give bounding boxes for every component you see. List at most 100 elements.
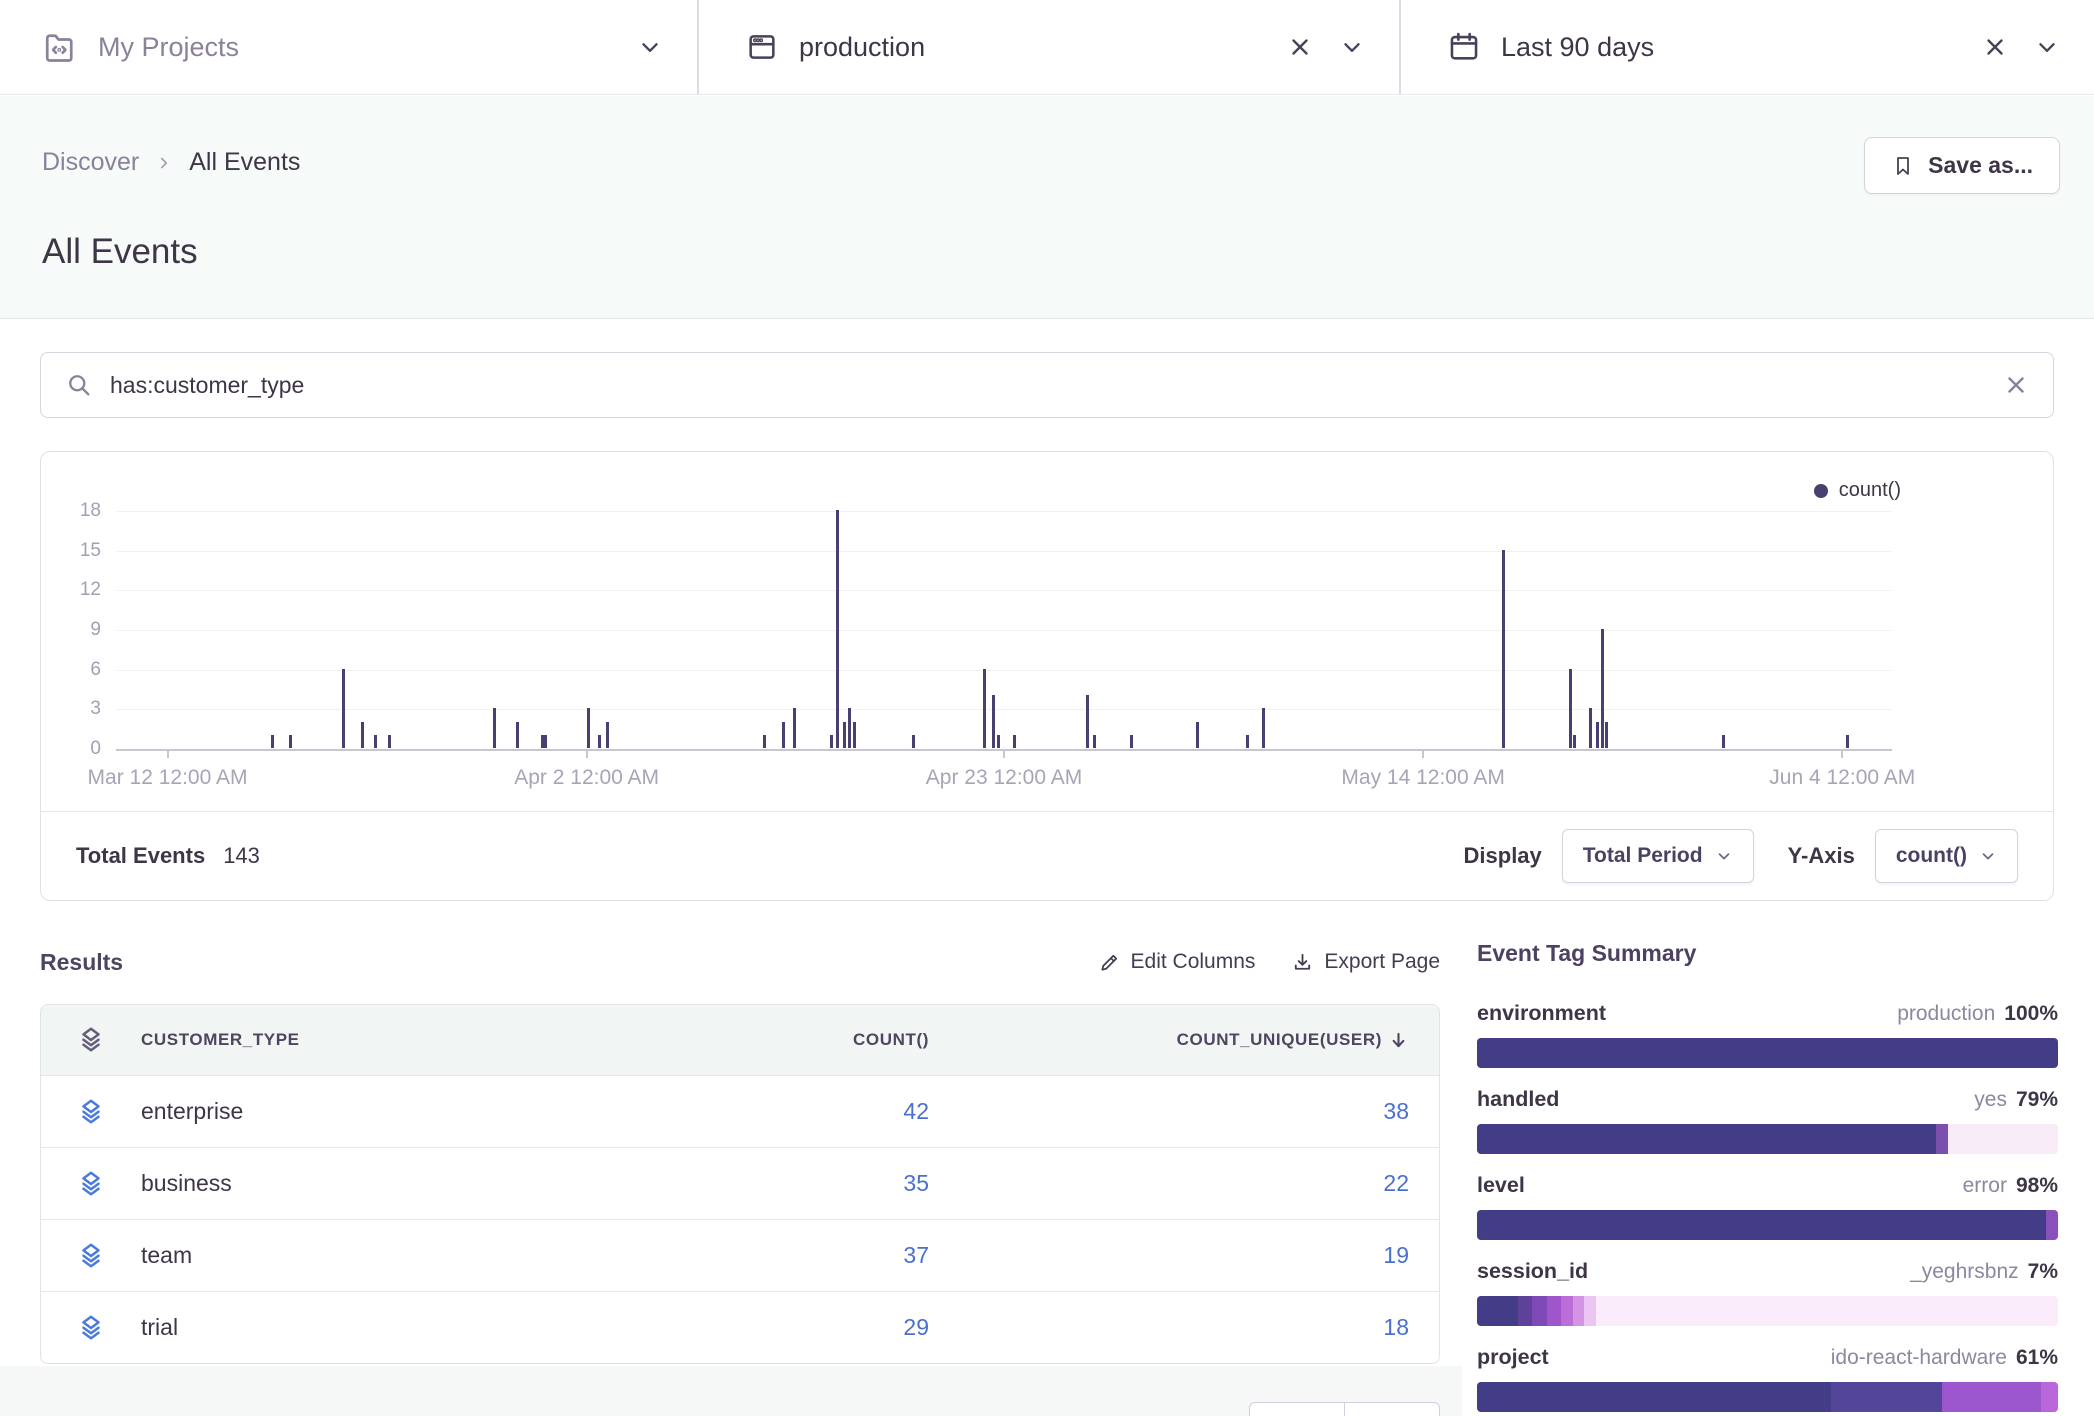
y-axis-tick-label: 15 (80, 540, 101, 562)
tag-distribution-bar[interactable] (1477, 1382, 2058, 1412)
tag-distribution-bar[interactable] (1477, 1210, 2058, 1240)
tag-distribution-bar[interactable] (1477, 1038, 2058, 1068)
tag-bar-segment (1477, 1296, 1518, 1326)
chart-bar (544, 735, 547, 748)
tag-summary-title: Event Tag Summary (1477, 940, 2058, 967)
tag-bar-segment (1518, 1296, 1533, 1326)
tag-bar-segment (1477, 1382, 1831, 1412)
tag-block-project: project ido-react-hardware 61% (1477, 1345, 2058, 1412)
search-input[interactable]: has:customer_type (110, 372, 304, 399)
cell-count-unique[interactable]: 18 (959, 1314, 1439, 1341)
chevron-down-icon[interactable] (2034, 34, 2060, 60)
pagination-prev-button[interactable] (1249, 1402, 1345, 1416)
cell-customer-type: enterprise (141, 1098, 629, 1125)
table-row[interactable]: team 37 19 (41, 1219, 1439, 1291)
tag-top-value[interactable]: error (1963, 1174, 2007, 1198)
tag-top-value[interactable]: production (1897, 1002, 1995, 1026)
tag-top-value[interactable]: _yeghrsbnz (1910, 1260, 2019, 1284)
legend-dot (1814, 484, 1828, 498)
gridline (116, 709, 1892, 710)
gridline (116, 551, 1892, 552)
search-clear-icon[interactable] (2003, 372, 2029, 398)
tag-distribution-bar[interactable] (1477, 1296, 2058, 1326)
chart-bar (1130, 735, 1133, 748)
tag-name: session_id (1477, 1259, 1588, 1284)
tag-top-percent: 7% (2028, 1260, 2058, 1284)
display-dropdown[interactable]: Total Period (1562, 829, 1754, 883)
project-selector[interactable]: My Projects (0, 0, 699, 94)
chart-bar (1589, 708, 1592, 748)
chevron-down-icon[interactable] (1339, 34, 1365, 60)
y-axis-tick-label: 3 (90, 698, 101, 720)
chart-bar (1086, 695, 1089, 748)
chart-bar (342, 669, 345, 748)
cell-count-unique[interactable]: 19 (959, 1242, 1439, 1269)
tag-name: level (1477, 1173, 1525, 1198)
cell-count-unique[interactable]: 38 (959, 1098, 1439, 1125)
tag-top-percent: 100% (2004, 1002, 2058, 1026)
chart-bar (997, 735, 1000, 748)
chart-bar (763, 735, 766, 748)
tag-top-percent: 98% (2016, 1174, 2058, 1198)
table-row[interactable]: business 35 22 (41, 1147, 1439, 1219)
stack-icon (41, 1025, 141, 1055)
breadcrumb-discover-link[interactable]: Discover (42, 148, 139, 177)
tag-bar-segment (1596, 1296, 2058, 1326)
table-row[interactable]: trial 29 18 (41, 1291, 1439, 1363)
page-background (0, 1366, 1462, 1416)
tag-bar-segment (1477, 1038, 2058, 1068)
environment-selector[interactable]: production (699, 0, 1401, 94)
chevron-down-icon[interactable] (637, 34, 663, 60)
cell-count[interactable]: 35 (629, 1170, 959, 1197)
edit-columns-button[interactable]: Edit Columns (1098, 950, 1256, 974)
legend-label: count() (1839, 479, 1901, 502)
chart-bar (912, 735, 915, 748)
x-axis-tick (1841, 750, 1843, 758)
cell-count[interactable]: 29 (629, 1314, 959, 1341)
breadcrumb-current: All Events (189, 148, 300, 177)
close-icon[interactable] (1982, 34, 2008, 60)
chart-bar (388, 735, 391, 748)
tag-bar-segment (1936, 1124, 1948, 1154)
close-icon[interactable] (1287, 34, 1313, 60)
table-row[interactable]: enterprise 42 38 (41, 1075, 1439, 1147)
page-title: All Events (42, 232, 198, 272)
pagination-next-button[interactable] (1344, 1402, 1440, 1416)
column-header-count-unique[interactable]: count_unique(user) (959, 1030, 1439, 1051)
chart-bar (493, 708, 496, 748)
daterange-selector[interactable]: Last 90 days (1401, 0, 2094, 94)
save-as-button[interactable]: Save as... (1864, 137, 2060, 194)
tag-top-value[interactable]: ido-react-hardware (1831, 1346, 2007, 1370)
chart-legend[interactable]: count() (1814, 479, 1901, 502)
cell-count[interactable]: 42 (629, 1098, 959, 1125)
chart-bar (1262, 708, 1265, 748)
cell-count[interactable]: 37 (629, 1242, 959, 1269)
chart-bar (587, 708, 590, 748)
tag-top-value[interactable]: yes (1974, 1088, 2007, 1112)
results-table: customer_type count() count_unique(user)… (40, 1004, 1440, 1364)
tag-bar-segment (1573, 1296, 1585, 1326)
search-bar[interactable]: has:customer_type (40, 352, 2054, 418)
gridline (116, 630, 1892, 631)
y-axis-tick-label: 12 (80, 579, 101, 601)
chart-bar (848, 708, 851, 748)
x-axis-tick (1422, 750, 1424, 758)
tag-distribution-bar[interactable] (1477, 1124, 2058, 1154)
tag-bar-segment (1477, 1210, 2046, 1240)
chart-bar (836, 510, 839, 748)
cell-count-unique[interactable]: 22 (959, 1170, 1439, 1197)
yaxis-dropdown-value: count() (1896, 844, 1967, 868)
chart-bar (1196, 722, 1199, 748)
calendar-icon (1447, 30, 1481, 64)
column-header-count[interactable]: count() (629, 1030, 959, 1050)
stack-icon (41, 1097, 141, 1127)
sort-descending-icon (1388, 1030, 1409, 1051)
x-axis-tick (167, 750, 169, 758)
page-header: Discover All Events Save as... All Event… (0, 96, 2094, 319)
chart-bar (541, 735, 544, 748)
export-page-button[interactable]: Export Page (1291, 950, 1440, 974)
tag-bar-segment (1831, 1382, 1941, 1412)
tag-block-environment: environment production 100% (1477, 1001, 2058, 1068)
yaxis-dropdown[interactable]: count() (1875, 829, 2018, 883)
column-header-customer-type[interactable]: customer_type (141, 1030, 629, 1050)
